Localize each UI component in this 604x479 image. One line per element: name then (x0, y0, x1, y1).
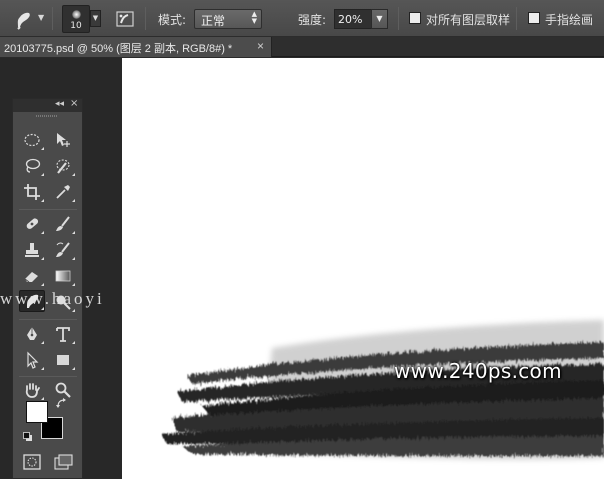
document-tab[interactable]: 20103775.psd @ 50% (图层 2 副本, RGB/8#) * × (0, 37, 272, 57)
brush-size-value: 10 (70, 21, 82, 31)
move-tool[interactable] (51, 129, 75, 151)
pen-tool[interactable] (20, 323, 44, 345)
zoom-icon (55, 382, 71, 398)
document-tab-bar: 20103775.psd @ 50% (图层 2 副本, RGB/8#) * × (0, 37, 604, 57)
eraser-tool[interactable] (20, 265, 44, 287)
divider (19, 319, 77, 320)
type-tool[interactable] (51, 323, 75, 345)
mode-select-value: 正常 (201, 14, 226, 28)
select-arrows-icon: ▲ ▼ (251, 10, 257, 25)
foreground-color-swatch[interactable] (26, 401, 48, 423)
divider (52, 7, 53, 30)
stamp-icon (25, 243, 39, 257)
watermark-text-left: www.haoyi (0, 289, 105, 308)
quick-mask-icon[interactable] (23, 454, 41, 470)
pen-icon (27, 327, 37, 340)
divider (145, 7, 146, 30)
bandage-icon (26, 218, 39, 229)
smudge-tool-preset-icon[interactable] (12, 8, 34, 30)
brush-preset-picker[interactable]: 10 (62, 5, 90, 33)
sample-all-layers-checkbox[interactable] (409, 12, 421, 24)
gradient-tool[interactable] (51, 265, 75, 287)
sample-all-layers-label: 对所有图层取样 (426, 13, 511, 27)
watermark-text: www.240ps.com (394, 359, 562, 383)
mode-select[interactable]: 正常 ▲ ▼ (194, 9, 262, 29)
strength-label: 强度: (298, 13, 327, 27)
path-arrow-icon (27, 351, 39, 369)
screen-mode-icon[interactable] (54, 454, 74, 470)
swap-colors-icon[interactable] (56, 398, 67, 409)
hand-tool[interactable] (20, 379, 44, 401)
gradient-icon (55, 270, 71, 282)
quick-selection-icon (56, 159, 70, 174)
close-icon[interactable]: × (257, 39, 264, 53)
finger-painting-label: 手指绘画 (545, 13, 594, 27)
panel-grip-handle[interactable] (36, 115, 58, 117)
crop-tool[interactable] (20, 181, 44, 203)
brush-panel-toggle-icon[interactable] (115, 9, 135, 29)
path-selection-tool[interactable] (20, 349, 44, 371)
elliptical-marquee-tool[interactable] (20, 129, 44, 151)
lasso-tool[interactable] (20, 155, 44, 177)
eyedropper-tool[interactable] (51, 181, 75, 203)
options-bar: ▼ 10 ▼ 模式: 正常 ▲ ▼ 强度: 20% ▼ 对所有图层取样 手指绘画 (0, 0, 604, 37)
history-brush-tool[interactable] (51, 239, 75, 261)
brush-dropdown-button[interactable]: ▼ (90, 10, 101, 27)
type-icon (56, 327, 70, 342)
rectangle-icon (57, 355, 69, 365)
tool-preset-dropdown-icon[interactable]: ▼ (38, 13, 44, 22)
hand-icon (25, 383, 40, 398)
eyedropper-icon (56, 185, 70, 199)
document-canvas[interactable]: www.240ps.com (122, 58, 604, 479)
default-colors-icon[interactable] (23, 432, 33, 442)
clone-stamp-tool[interactable] (20, 239, 44, 261)
divider (19, 376, 77, 377)
close-icon[interactable]: × (70, 98, 78, 109)
divider (19, 209, 77, 210)
brush-icon (56, 216, 70, 231)
spot-healing-brush-tool[interactable] (20, 213, 44, 235)
elliptical-marquee-icon (24, 133, 40, 147)
strength-input[interactable]: 20% (334, 9, 372, 29)
strength-slider-button[interactable]: ▼ (371, 9, 388, 29)
smudged-brush-strokes (162, 320, 604, 460)
rectangle-tool[interactable] (51, 349, 75, 371)
tools-panel-header[interactable]: ◂◂ × (13, 98, 82, 112)
document-tab-title: 20103775.psd @ 50% (图层 2 副本, RGB/8#) * (4, 43, 233, 55)
finger-painting-checkbox[interactable] (528, 12, 540, 24)
brush-tool[interactable] (51, 213, 75, 235)
mode-label: 模式: (158, 13, 187, 27)
brush-tip-icon (72, 10, 81, 19)
quick-selection-tool[interactable] (51, 155, 75, 177)
collapse-panel-icon[interactable]: ◂◂ (55, 99, 64, 109)
move-icon (57, 133, 70, 147)
divider (516, 7, 517, 30)
history-brush-icon (56, 242, 70, 257)
workspace: www.240ps.com ◂◂ × www.haoyi (0, 58, 604, 479)
divider (398, 7, 399, 30)
eraser-icon (24, 272, 38, 283)
lasso-icon (25, 158, 41, 173)
crop-icon (24, 184, 40, 200)
